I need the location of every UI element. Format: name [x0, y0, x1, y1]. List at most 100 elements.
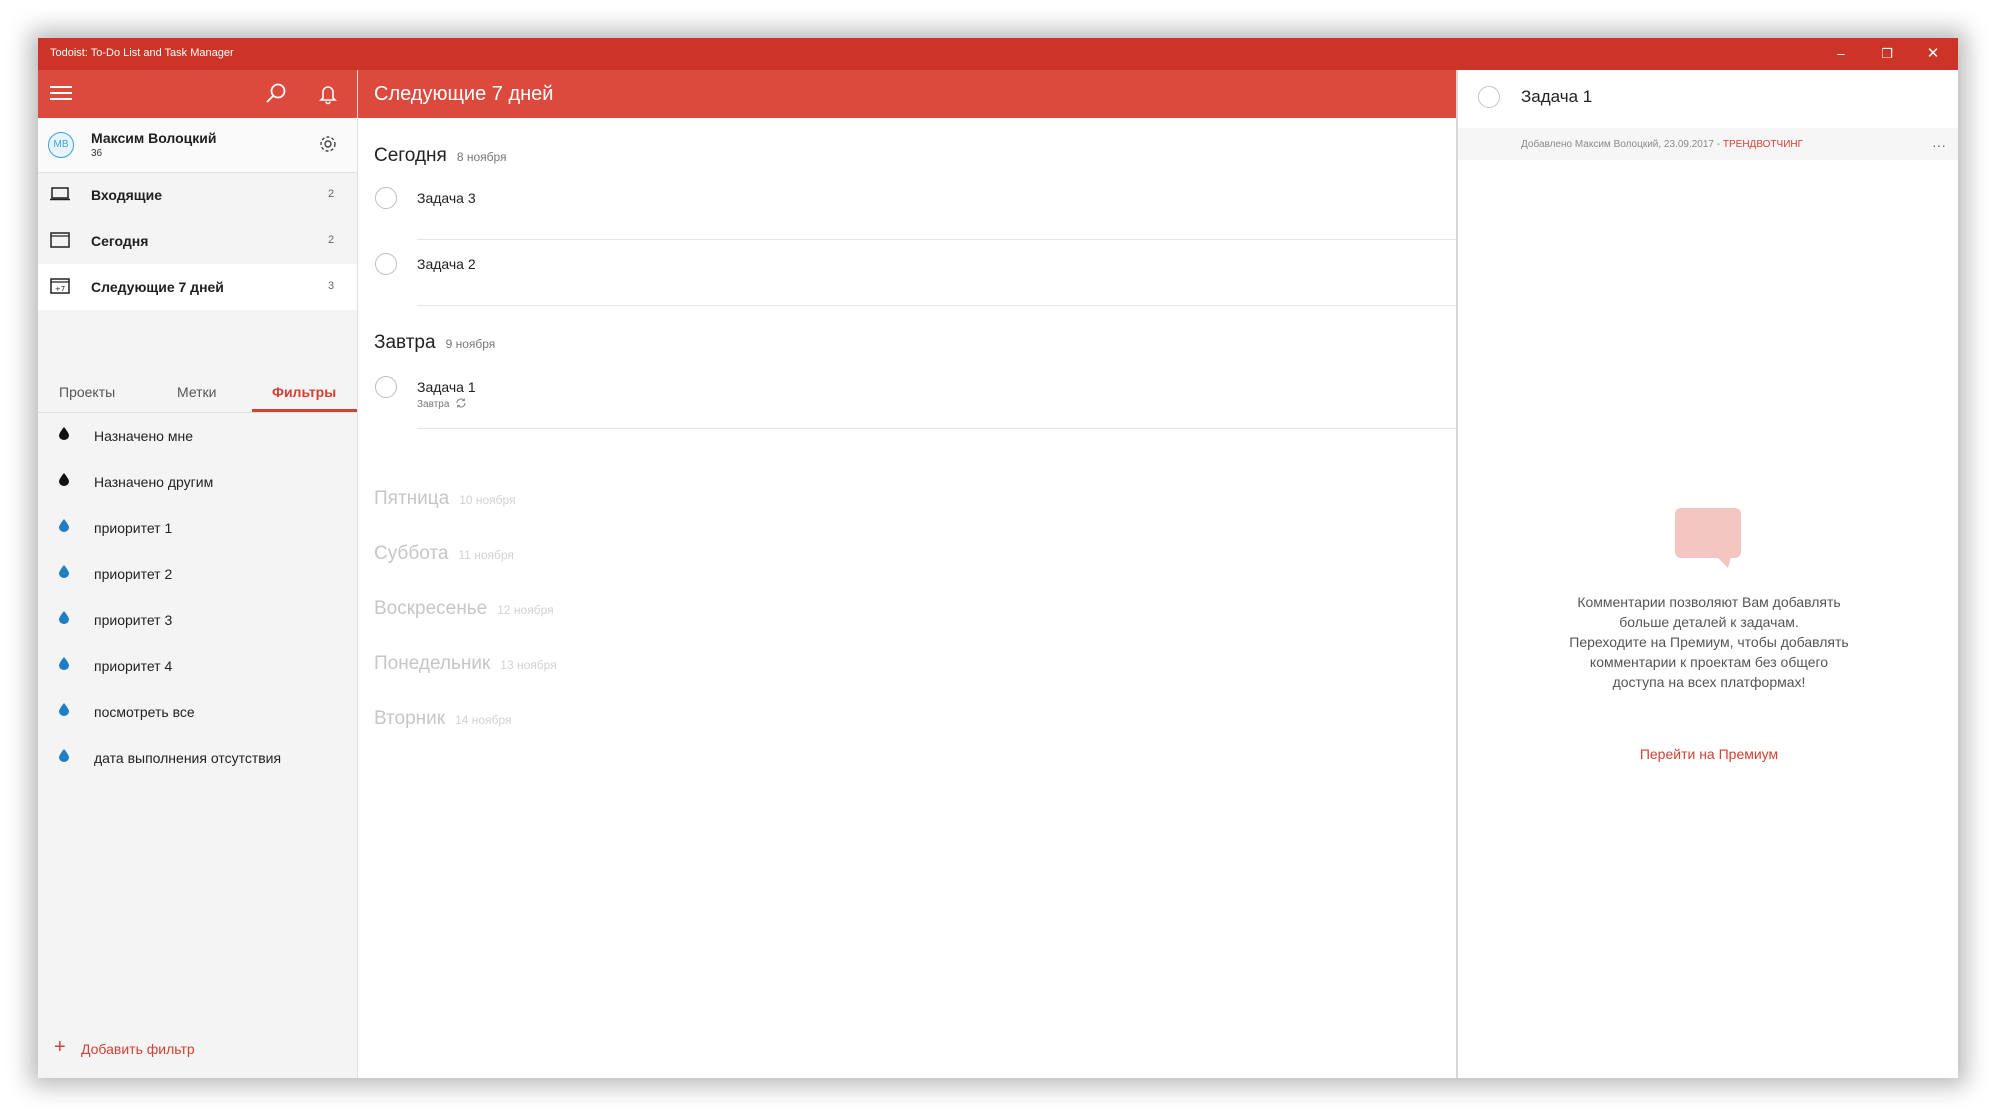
comments-empty-text: Комментарии позволяют Вам добавлять боль… — [1528, 592, 1890, 692]
nav-item-today[interactable]: Сегодня 2 — [38, 218, 357, 264]
task-added-info: Добавлено Максим Волоцкий, 23.09.2017 - — [1521, 139, 1723, 150]
main-header: Следующие 7 дней — [358, 70, 1457, 118]
minimize-button[interactable]: – — [1818, 38, 1864, 70]
filter-label: приоритет 1 — [94, 520, 173, 536]
day-header-sunday: Воскресенье 12 ноября — [374, 598, 554, 620]
hamburger-menu-icon[interactable] — [50, 86, 72, 102]
filter-item[interactable]: приоритет 3 — [38, 596, 357, 642]
task-project-link[interactable]: ТРЕНДВОТЧИНГ — [1723, 139, 1803, 150]
filter-label: дата выполнения отсутствия — [94, 750, 282, 766]
task-row[interactable]: Задача 2 — [358, 240, 1457, 306]
task-divider — [417, 428, 1457, 429]
gear-icon[interactable] — [317, 133, 339, 155]
maximize-button[interactable]: ❐ — [1864, 38, 1910, 70]
page-title: Следующие 7 дней — [374, 83, 554, 105]
tab-filters[interactable]: Фильтры — [272, 384, 336, 400]
add-filter-label: Добавить фильтр — [81, 1041, 195, 1057]
day-header-today: Сегодня 8 ноября — [374, 145, 507, 167]
filter-label: Назначено мне — [94, 428, 193, 444]
filter-label: приоритет 4 — [94, 658, 173, 674]
sidebar-toolbar — [38, 70, 357, 118]
tab-labels[interactable]: Метки — [177, 384, 217, 400]
day-date: 11 ноября — [458, 548, 514, 562]
filter-item[interactable]: приоритет 1 — [38, 504, 357, 550]
nav-item-next-7-days[interactable]: +7 Следующие 7 дней 3 — [38, 264, 357, 310]
day-name: Завтра — [374, 332, 436, 353]
title-bar: Todoist: To-Do List and Task Manager – ❐… — [38, 38, 1958, 70]
calendar-today-icon — [50, 232, 70, 248]
search-icon[interactable] — [263, 81, 289, 107]
day-date: 12 ноября — [497, 603, 554, 617]
filter-drop-icon — [59, 611, 69, 624]
filter-drop-icon — [59, 749, 69, 762]
task-label: Задача 3 — [417, 190, 476, 206]
filter-drop-icon — [59, 427, 69, 440]
day-name: Пятница — [374, 488, 450, 509]
filter-drop-icon — [59, 657, 69, 670]
day-header-saturday: Суббота 11 ноября — [374, 543, 514, 565]
task-divider — [417, 305, 1457, 306]
task-row[interactable]: Задача 1 Завтра — [358, 363, 1457, 429]
detail-task-title[interactable]: Задача 1 — [1521, 87, 1592, 107]
nav-label: Сегодня — [91, 233, 149, 249]
filter-item[interactable]: дата выполнения отсутствия — [38, 734, 357, 780]
task-checkbox[interactable] — [375, 376, 397, 398]
comment-bubble-icon — [1675, 508, 1741, 568]
avatar: MB — [48, 132, 74, 158]
window-title: Todoist: To-Do List and Task Manager — [50, 47, 234, 59]
nav-label: Следующие 7 дней — [91, 279, 224, 295]
filter-item[interactable]: приоритет 2 — [38, 550, 357, 596]
day-header-monday: Понедельник 13 ноября — [374, 653, 557, 675]
day-date: 10 ноября — [459, 493, 516, 507]
empty-text-line: Комментарии позволяют Вам добавлять — [1577, 594, 1841, 610]
filter-drop-icon — [59, 473, 69, 486]
day-date: 9 ноября — [445, 337, 496, 351]
repeat-icon — [456, 398, 466, 408]
nav-count: 3 — [328, 280, 335, 292]
detail-task-checkbox[interactable] — [1478, 86, 1500, 108]
bell-icon[interactable] — [315, 81, 341, 107]
task-meta-text: Добавлено Максим Волоцкий, 23.09.2017 - … — [1521, 139, 1803, 150]
filter-label: приоритет 3 — [94, 612, 173, 628]
user-karma: 36 — [91, 148, 103, 159]
more-options-icon[interactable]: ··· — [1932, 137, 1946, 153]
nav-item-inbox[interactable]: Входящие 2 — [38, 172, 357, 218]
nav-label: Входящие — [91, 187, 162, 203]
day-name: Сегодня — [374, 145, 447, 166]
day-name: Воскресенье — [374, 598, 488, 619]
nav-count: 2 — [328, 188, 335, 200]
task-due-date: Завтра — [417, 399, 450, 410]
filter-drop-icon — [59, 703, 69, 716]
close-button[interactable]: ✕ — [1910, 38, 1956, 70]
go-premium-link[interactable]: Перейти на Премиум — [1458, 746, 1958, 762]
tab-projects[interactable]: Проекты — [59, 384, 115, 400]
task-detail-pane: Задача 1 Добавлено Максим Волоцкий, 23.0… — [1456, 70, 1958, 1078]
calendar-badge: +7 — [55, 285, 65, 293]
day-header-friday: Пятница 10 ноября — [374, 488, 516, 510]
task-meta-bar: Добавлено Максим Волоцкий, 23.09.2017 - … — [1458, 128, 1958, 160]
filter-item[interactable]: Назначено другим — [38, 458, 357, 504]
day-header-tuesday: Вторник 14 ноября — [374, 708, 511, 730]
filter-item[interactable]: приоритет 4 — [38, 642, 357, 688]
day-name: Понедельник — [374, 653, 491, 674]
inbox-icon — [50, 187, 70, 201]
plus-icon: + — [54, 1036, 66, 1058]
task-row[interactable]: Задача 3 — [358, 174, 1457, 240]
day-header-tomorrow: Завтра 9 ноября — [374, 332, 495, 354]
task-label: Задача 2 — [417, 256, 476, 272]
filter-label: Назначено другим — [94, 474, 214, 490]
empty-text-line: Переходите на Премиум, чтобы добавлять — [1569, 634, 1849, 650]
task-label: Задача 1 — [417, 379, 476, 395]
user-profile[interactable]: MB Максим Волоцкий 36 — [38, 118, 357, 173]
sidebar-tabs: Проекты Метки Фильтры — [38, 372, 357, 413]
user-name: Максим Волоцкий — [91, 130, 217, 146]
sidebar: MB Максим Волоцкий 36 Входящие 2 Сегодня… — [38, 70, 357, 1078]
filter-item[interactable]: посмотреть все — [38, 688, 357, 734]
day-name: Суббота — [374, 543, 449, 564]
day-date: 13 ноября — [500, 658, 557, 672]
empty-text-line: комментарии к проектам без общего — [1589, 654, 1829, 670]
task-checkbox[interactable] — [375, 253, 397, 275]
filter-item[interactable]: Назначено мне — [38, 412, 357, 458]
empty-text-line: доступа на всех платформах! — [1612, 674, 1806, 690]
task-checkbox[interactable] — [375, 187, 397, 209]
